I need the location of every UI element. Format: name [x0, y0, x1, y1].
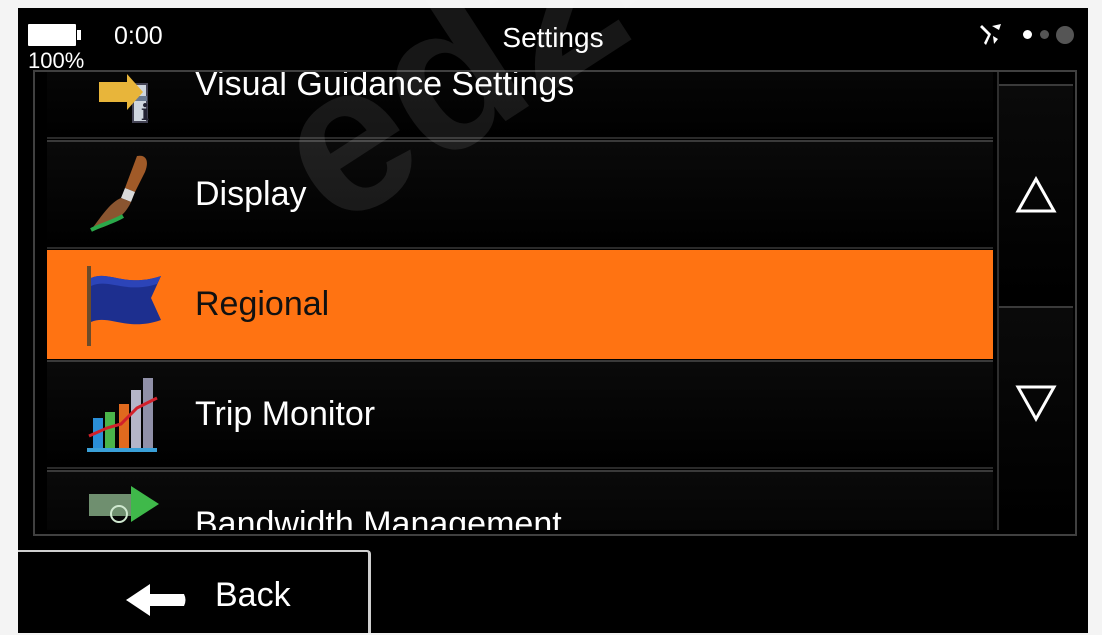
page-title: Settings — [502, 22, 604, 53]
svg-text:i: i — [141, 100, 149, 126]
signal-dot-2-icon — [1040, 30, 1049, 39]
arrow-left-icon — [126, 584, 186, 616]
back-label: Back — [215, 576, 291, 614]
list-item-label: Display — [195, 175, 307, 213]
list-item-label: Trip Monitor — [195, 395, 376, 433]
scroll-up-button[interactable] — [999, 84, 1073, 298]
list-item-label: Visual Guidance Settings — [195, 72, 575, 103]
list-item-label: Bandwidth Management — [195, 505, 562, 530]
arrow-icon — [89, 486, 159, 523]
paintbrush-icon — [90, 155, 147, 232]
list-item-visual-guidance[interactable]: i Visual Guidance Settings — [47, 72, 993, 139]
scrollbar[interactable] — [997, 72, 1075, 530]
flag-icon — [87, 266, 161, 346]
list-item-bandwidth[interactable]: Bandwidth Management — [47, 470, 993, 530]
settings-list[interactable]: i Visual Guidance Settings Display Regio… — [47, 72, 995, 530]
list-item-display[interactable]: Display — [47, 140, 993, 249]
signal-dot-3-icon — [1056, 26, 1074, 44]
list-item-regional[interactable]: Regional — [47, 250, 993, 359]
bar-chart-icon — [87, 378, 158, 452]
device-screen: 100% 0:00 Settings i Visual Guidance Set… — [18, 8, 1088, 633]
triangle-up-icon — [1015, 176, 1057, 213]
visual-guidance-icon: i — [99, 74, 149, 126]
gps-satellite-icon — [980, 24, 1001, 45]
scroll-down-button[interactable] — [999, 306, 1073, 520]
status-bar: 100% 0:00 Settings — [18, 8, 1088, 74]
triangle-down-icon — [1015, 385, 1057, 422]
back-button[interactable]: Back — [18, 550, 371, 633]
signal-dot-1-icon — [1023, 30, 1032, 39]
list-item-label: Regional — [195, 285, 330, 323]
list-item-trip-monitor[interactable]: Trip Monitor — [47, 360, 993, 469]
settings-list-frame: i Visual Guidance Settings Display Regio… — [33, 70, 1077, 536]
